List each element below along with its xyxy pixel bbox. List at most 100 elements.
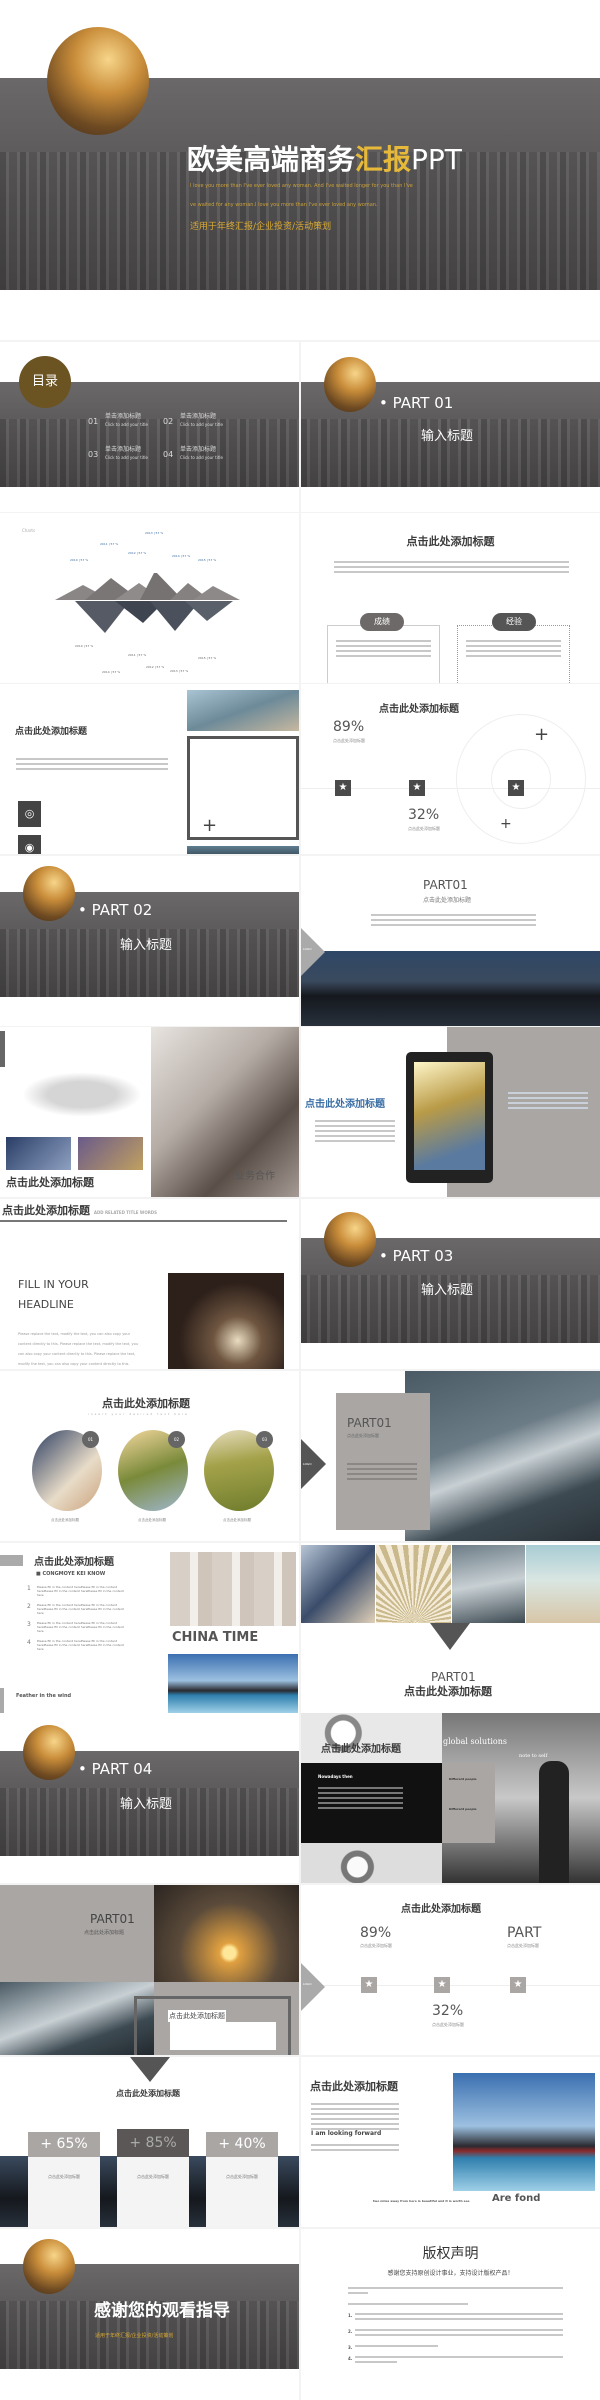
item-num: 2.	[348, 2329, 353, 2334]
mountain-valley	[185, 601, 233, 621]
radar-circle-inner	[491, 749, 551, 809]
headline-slide: 点击此处添加标题 ADD RELATED TITLE WORDS FILL IN…	[0, 1199, 299, 1369]
part01-wave-slide: PART01 点击此处添加标题 LOGO	[301, 1371, 600, 1541]
weibo-icon[interactable]: ◉	[18, 835, 41, 854]
stat-part: PART	[507, 1925, 542, 1941]
gray-panel: Different people Different people	[442, 1763, 495, 1843]
note-text: note to self	[519, 1753, 548, 1759]
stat-32: 32%	[432, 2003, 464, 2019]
part-title: 输入标题	[120, 1797, 173, 1812]
tablet-slide: 点击此处添加标题	[301, 1027, 600, 1197]
man-silhouette	[539, 1761, 569, 1883]
chart-bottom-label: 2011 | 57 %	[128, 653, 147, 657]
thanks-slide: 感谢您的观看指导 适用于年终汇报/企业投资/活动策划	[0, 2229, 299, 2400]
percent-card-body: 点击此处添加标题	[206, 2157, 278, 2227]
toc-num: 03	[88, 450, 99, 459]
slide-heading: 点击此处添加标题	[34, 1557, 114, 1568]
star-icon: ★	[335, 780, 351, 796]
part-01-slide: • PART 01 输入标题	[301, 342, 600, 512]
circle-caption: 点击此处添加标题	[223, 1518, 251, 1522]
sunset-slide: PART01 点击此处添加标题 点击此处添加标题	[0, 1885, 299, 2055]
chart-top-label: 2015 | 57 %	[198, 558, 217, 562]
copyright-list: 1. 2. 3. 4.	[348, 2313, 563, 2366]
stat-sub: 点击此处添加标题	[333, 738, 365, 743]
toc-circle: 目录	[19, 356, 71, 408]
text-frame: +	[187, 736, 299, 840]
timeline	[301, 1985, 600, 1986]
results-slide: 点击此处添加标题 成绩 经验	[301, 513, 600, 683]
toc-en: Click to add your title	[180, 455, 223, 460]
slide-heading: 点击此处添加标题	[401, 1904, 481, 1915]
list-text: Please fill in the content herePlease fi…	[36, 1639, 124, 1651]
part01-sub: 点击此处添加标题	[423, 897, 472, 904]
sea-rock-photo	[187, 846, 299, 854]
part01-night-slide: PART01 点击此处添加标题 LOGO	[301, 856, 600, 1026]
part01-sub: 点击此处添加标题	[404, 1685, 492, 1698]
slide-heading: 点击此处添加标题	[102, 1397, 190, 1410]
toc-cn: 单击添加标题	[105, 446, 142, 453]
stat-32: 32%	[408, 807, 440, 823]
chart-bottom-label: 2013 | 57 %	[170, 669, 189, 673]
experience-box	[457, 625, 570, 683]
list-text: Please fill in the content herePlease fi…	[36, 1603, 124, 1615]
city-circle-image	[23, 1725, 75, 1780]
experience-pill: 经验	[492, 613, 536, 631]
biz-caption: 业务合作	[235, 1171, 275, 1182]
item-num: 1.	[348, 2313, 353, 2318]
china-time-slide: 点击此处添加标题 ■ CONGMOYE KEI KNOW 1 Please fil…	[0, 1543, 299, 1713]
body-text-lines	[347, 1463, 417, 1483]
logo-arrow	[301, 1963, 325, 2011]
feather-text: Feather in the wind	[16, 1693, 72, 1699]
slide-heading: 点击此处添加标题	[15, 727, 88, 737]
footer-big-text: Are fond	[492, 2193, 541, 2204]
result-pill: 成绩	[360, 613, 404, 631]
percent-card-3: + 40%	[206, 2132, 278, 2157]
toc-en: Click to add your title	[105, 455, 148, 460]
percent-card-body: 点击此处添加标题	[28, 2157, 100, 2227]
palm-photo	[414, 1062, 485, 1170]
title-white: 欧美高端商务	[187, 143, 356, 176]
part-label: • PART 02	[78, 901, 153, 919]
part-title: 输入标题	[120, 938, 173, 953]
headline-body: Please replace the text, modify the text…	[18, 1332, 138, 1366]
stats-part-slide: 点击此处添加标题 89% 点击此处添加标题 PART 点击此处添加标题 ★ ★ …	[301, 1885, 600, 2055]
part-text: PART 03	[392, 1247, 454, 1265]
chart-slide: Charts 2010 | 57 % 2011 | 57 % 2012 | 57…	[0, 513, 299, 683]
gears-slide: 点击此处添加标题 Nowadays then global solutions …	[301, 1713, 600, 1883]
cover-slide: 欧美高端商务汇报PPT I love you more than I've ev…	[0, 0, 600, 340]
card-caption: 点击此处添加标题	[48, 2174, 80, 2179]
stat-sub: 点击此处添加标题	[360, 1943, 392, 1948]
part-title: 输入标题	[421, 429, 474, 444]
list-item: 3 Please fill in the content herePlease f…	[27, 1621, 127, 1633]
star-icon: ★	[434, 1977, 450, 1993]
stats-slide: 点击此处添加标题 89% 点击此处添加标题 ★ ★ ★ + + 32% 点击此处…	[301, 684, 600, 854]
stat-sub: 点击此处添加标题	[432, 2022, 464, 2027]
gears-photo	[301, 1713, 442, 1763]
hands-photo	[151, 1027, 299, 1197]
percent-card-body: 点击此处添加标题	[117, 2157, 189, 2227]
copyright-slide: 版权声明 感谢您支持原创设计事业，支持设计版权产品！ 1. 2. 3. 4.	[301, 2229, 600, 2400]
list-num: 4	[27, 1639, 31, 1646]
slide-heading: 点击此处添加标题	[310, 2080, 398, 2093]
circle-num: 03	[256, 1431, 273, 1448]
toc-en: Click to add your title	[105, 422, 148, 427]
card-caption: 点击此处添加标题	[226, 2174, 258, 2179]
circle-num: 01	[82, 1431, 99, 1448]
wechat-icon[interactable]: ◎	[18, 801, 41, 827]
percent-card-2: + 85%	[117, 2129, 189, 2157]
copyright-intro-lines	[348, 2303, 468, 2308]
card-caption: 点击此处添加标题	[137, 2174, 169, 2179]
reading-photo	[301, 1545, 375, 1623]
desk-photo	[78, 1137, 143, 1170]
copyright-title: 版权声明	[422, 2246, 479, 2262]
percent-card-1: + 65%	[28, 2132, 100, 2157]
toc-en: Click to add your title	[180, 422, 223, 427]
city-circle-image	[324, 1212, 376, 1267]
copyright-item: 1.	[348, 2313, 563, 2323]
chart-bottom-label: 2010 | 57 %	[75, 644, 94, 648]
stat-sub: 点击此处添加标题	[408, 826, 440, 831]
list-num: 3	[27, 1621, 31, 1628]
body-text-lines	[371, 914, 536, 929]
logo-text: LOGO	[303, 947, 312, 951]
star-icon: ★	[409, 780, 425, 796]
